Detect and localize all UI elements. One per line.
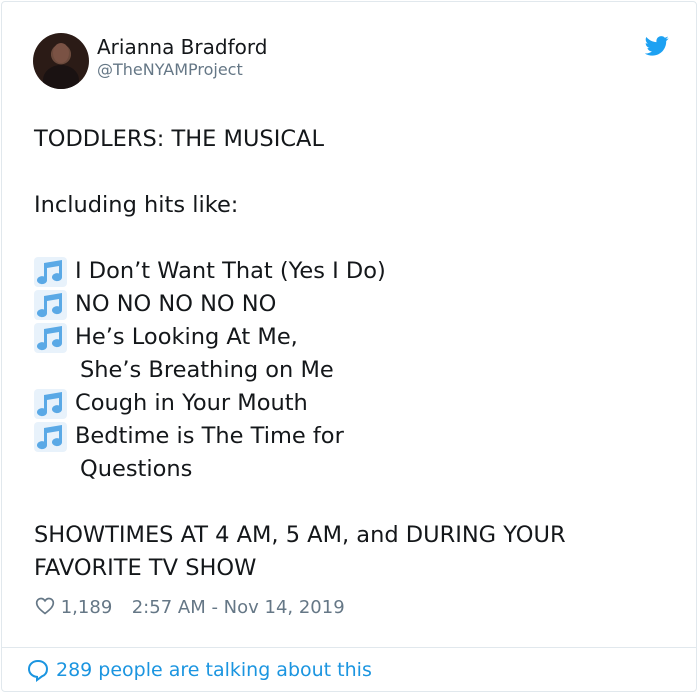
song-item: NO NO NO NO NO bbox=[34, 288, 276, 321]
footer-divider bbox=[2, 647, 696, 648]
speech-bubble-icon bbox=[27, 659, 49, 682]
closing-line: SHOWTIMES AT 4 AM, 5 AM, and DURING YOUR bbox=[34, 522, 566, 548]
tweet-timestamp[interactable]: 2:57 AM - Nov 14, 2019 bbox=[132, 597, 345, 618]
tweet-title: TODDLERS: THE MUSICAL bbox=[34, 126, 324, 152]
like-count[interactable]: 1,189 bbox=[61, 597, 113, 618]
tweet-meta: 1,189 2:57 AM - Nov 14, 2019 bbox=[35, 596, 345, 620]
author-name[interactable]: Arianna Bradford bbox=[97, 35, 267, 59]
song-title: NO NO NO NO NO bbox=[75, 291, 277, 317]
avatar-body bbox=[43, 65, 79, 89]
avatar-face bbox=[53, 43, 69, 63]
song-item: Cough in Your Mouth bbox=[34, 387, 308, 420]
song-title: Bedtime is The Time for bbox=[75, 423, 344, 449]
talking-about-link[interactable]: 289 people are talking about this bbox=[26, 658, 372, 682]
tweet-card: Arianna Bradford @TheNYAMProject TODDLER… bbox=[1, 1, 697, 692]
song-item: I Don’t Want That (Yes I Do) bbox=[34, 255, 386, 288]
musical-note-icon bbox=[34, 323, 67, 353]
author-handle[interactable]: @TheNYAMProject bbox=[97, 60, 243, 79]
song-title: I Don’t Want That (Yes I Do) bbox=[75, 258, 386, 284]
closing-line: FAVORITE TV SHOW bbox=[34, 555, 257, 581]
song-item: Bedtime is The Time for bbox=[34, 420, 344, 453]
musical-note-icon bbox=[34, 389, 67, 419]
song-title-continuation: Questions bbox=[80, 456, 193, 482]
musical-note-icon bbox=[34, 290, 67, 320]
song-title: Cough in Your Mouth bbox=[75, 390, 308, 416]
musical-note-icon bbox=[34, 422, 67, 452]
song-title: He’s Looking At Me, bbox=[75, 324, 298, 350]
musical-note-icon bbox=[34, 257, 67, 287]
heart-icon[interactable] bbox=[35, 596, 55, 616]
song-title-continuation: She’s Breathing on Me bbox=[80, 357, 334, 383]
avatar[interactable] bbox=[33, 33, 89, 89]
tweet-intro: Including hits like: bbox=[34, 192, 239, 218]
talking-about-text[interactable]: 289 people are talking about this bbox=[56, 659, 372, 681]
twitter-bird-icon[interactable] bbox=[645, 36, 669, 56]
song-item: He’s Looking At Me, bbox=[34, 321, 298, 354]
